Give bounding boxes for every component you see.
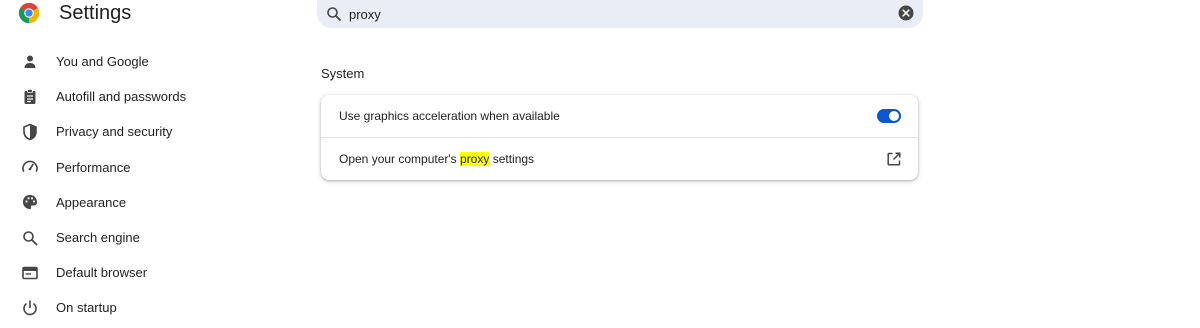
search-icon: [327, 7, 341, 21]
sidebar-item-label: You and Google: [56, 54, 149, 70]
sidebar-item-label: Appearance: [56, 194, 127, 210]
sidebar-item-label: Autofill and passwords: [56, 89, 187, 105]
sidebar-item-you-and-google[interactable]: You and Google: [0, 44, 300, 79]
sidebar-item-appearance[interactable]: Appearance: [0, 185, 300, 220]
system-settings-card: Use graphics acceleration when available…: [321, 95, 918, 180]
clipboard-icon: [24, 88, 36, 104]
page-title: Settings: [59, 2, 132, 24]
speedometer-icon: [22, 160, 38, 172]
shield-icon: [23, 123, 37, 141]
sidebar-item-label: Search engine: [56, 230, 140, 246]
sidebar-item-autofill[interactable]: Autofill and passwords: [0, 79, 300, 114]
settings-app: Settings You and Google: [0, 0, 1200, 328]
proxy-label-after: settings: [489, 152, 535, 166]
section-title-system: System: [321, 66, 365, 81]
browser-icon: [22, 266, 38, 280]
sidebar-item-label: Performance: [56, 159, 131, 175]
proxy-label-before: Open your computer's: [339, 152, 461, 166]
proxy-settings-row[interactable]: Open your computer's proxy settings: [321, 138, 918, 180]
palette-icon: [23, 195, 37, 210]
graphics-acceleration-row[interactable]: Use graphics acceleration when available: [321, 95, 918, 137]
graphics-acceleration-label: Use graphics acceleration when available: [339, 109, 560, 123]
open-external-icon[interactable]: [886, 151, 902, 167]
sidebar-item-performance[interactable]: Performance: [0, 150, 300, 185]
proxy-settings-label: Open your computer's proxy settings: [339, 152, 534, 166]
sidebar-item-on-startup[interactable]: On startup: [0, 290, 300, 325]
clear-search-icon[interactable]: [898, 5, 914, 21]
search-icon: [23, 230, 38, 245]
search-box[interactable]: [317, 0, 923, 28]
sidebar-item-label: Default browser: [56, 265, 148, 281]
power-icon: [23, 300, 37, 316]
person-icon: [24, 55, 36, 68]
chrome-logo-icon: [18, 2, 40, 24]
toggle-knob: [889, 111, 899, 121]
graphics-acceleration-toggle[interactable]: [877, 109, 901, 123]
sidebar-item-label: Privacy and security: [56, 124, 173, 140]
sidebar-item-search-engine[interactable]: Search engine: [0, 220, 300, 255]
sidebar-item-privacy[interactable]: Privacy and security: [0, 114, 300, 149]
sidebar-item-label: On startup: [56, 300, 117, 316]
sidebar-item-default-browser[interactable]: Default browser: [0, 255, 300, 290]
search-input[interactable]: [347, 3, 891, 25]
sidebar: You and Google Autofill and passwords Pr…: [0, 44, 300, 326]
search-match-highlight: proxy: [460, 152, 490, 166]
